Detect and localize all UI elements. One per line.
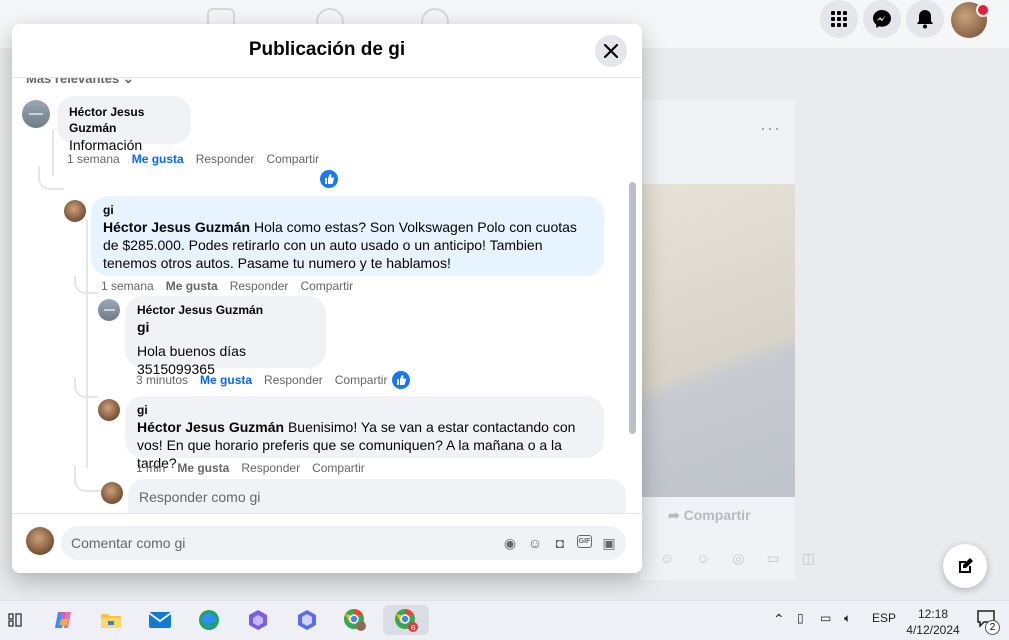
background-share-label: ➦ Compartir (668, 507, 751, 523)
menu-grid-icon[interactable] (820, 0, 858, 38)
avatar (101, 482, 123, 504)
avatar[interactable] (98, 299, 120, 321)
reply-button[interactable]: Responder (230, 279, 289, 293)
taskbar: B ⌃ ▯ ▭ 🔈︎ ESP 12:18 4/12/2024 2 (0, 600, 1009, 640)
share-button[interactable]: Compartir (335, 373, 388, 387)
comment-actions: 1 semana Me gusta Responder Compartir (101, 279, 365, 293)
like-button[interactable]: Me gusta (132, 152, 184, 166)
mail-icon[interactable] (145, 605, 175, 635)
sticker-icon[interactable]: ▣ (601, 535, 617, 551)
share-button[interactable]: Compartir (266, 152, 319, 166)
chrome-profile-icon[interactable] (340, 605, 370, 635)
comment-time[interactable]: 1 min (136, 461, 165, 475)
comment-time[interactable]: 1 semana (67, 152, 120, 166)
thread-line (86, 220, 88, 468)
thread-line (74, 466, 102, 492)
comment-actions: 1 min Me gusta Responder Compartir (136, 461, 377, 475)
compose-icon (959, 558, 973, 573)
language-indicator[interactable]: ESP (872, 611, 896, 625)
mention[interactable]: gi (137, 318, 314, 336)
notification-center-icon[interactable]: 2 (976, 609, 1000, 636)
chrome-active-icon[interactable]: B (383, 605, 429, 635)
thread-line (74, 378, 98, 398)
avatar-sticker-icon[interactable]: ◉ (502, 535, 518, 551)
avatar[interactable] (64, 200, 86, 222)
comment-actions: 3 minutos Me gusta Responder Compartir (136, 373, 399, 387)
dialog-header: Publicación de gi (12, 24, 642, 78)
close-icon (604, 44, 618, 58)
mention[interactable]: Héctor Jesus Guzmán (137, 419, 284, 435)
comment-bubble: gi Héctor Jesus Guzmán Hola como estas? … (91, 196, 604, 276)
svg-text:B: B (411, 625, 416, 632)
battery-network-icon[interactable]: ▭ (820, 611, 831, 625)
comment-time[interactable]: 3 minutos (136, 373, 188, 387)
comment-bubble: Héctor Jesus Guzmán Información (57, 96, 191, 153)
copilot-m365-icon[interactable] (292, 605, 322, 635)
background-post-photo (640, 184, 795, 497)
post-dialog: Publicación de gi Más relevantes ⌄ Hécto… (12, 24, 642, 573)
reply-button[interactable]: Responder (196, 152, 255, 166)
comment-author[interactable]: gi (103, 202, 592, 218)
share-button[interactable]: Compartir (312, 461, 365, 475)
avatar (26, 527, 54, 555)
notification-count-badge: 2 (985, 620, 1000, 635)
avatar[interactable] (22, 100, 50, 128)
like-reaction-icon[interactable] (392, 371, 410, 389)
close-button[interactable] (595, 35, 627, 67)
comment-author[interactable]: Héctor Jesus Guzmán (137, 302, 314, 318)
new-message-button[interactable] (943, 544, 987, 588)
comment-placeholder: Comentar como gi (71, 535, 186, 551)
gif-icon[interactable]: GIF (577, 535, 592, 548)
reply-button[interactable]: Responder (264, 373, 323, 387)
like-button[interactable]: Me gusta (166, 279, 218, 293)
reply-button[interactable]: Responder (241, 461, 300, 475)
clock-time: 12:18 (917, 607, 949, 621)
comment-text: Héctor Jesus Guzmán Hola como estas? Son… (103, 218, 592, 272)
share-button[interactable]: Compartir (300, 279, 353, 293)
edge-icon[interactable] (194, 605, 224, 635)
avatar[interactable] (98, 399, 120, 421)
dialog-title: Publicación de gi (248, 39, 406, 60)
like-button[interactable]: Me gusta (177, 461, 229, 475)
copilot-icon[interactable] (48, 605, 78, 635)
thread-line (38, 166, 64, 190)
more-options-icon: ··· (760, 118, 781, 138)
show-hidden-icons-icon[interactable]: ⌃ (773, 611, 785, 628)
meet-now-icon[interactable]: ▯ (797, 611, 804, 625)
camera-icon[interactable]: ◘ (552, 535, 568, 551)
volume-icon[interactable]: 🔈︎ (844, 611, 851, 626)
comment-composer: Comentar como gi ◉ ☺ ◘ GIF ▣ (12, 513, 642, 573)
like-reaction-icon[interactable] (320, 170, 338, 188)
teams-icon[interactable] (243, 605, 273, 635)
emoji-icon[interactable]: ☺ (527, 535, 543, 551)
comment-bubble: Héctor Jesus Guzmán gi Hola buenos días … (125, 296, 326, 377)
reply-placeholder: Responder como gi (139, 489, 261, 505)
reply-input[interactable]: Responder como gi ◉ ☺ ◘ GIF ▣ ➤ (128, 479, 626, 513)
comment-input[interactable]: Comentar como gi ◉ ☺ ◘ GIF ▣ (61, 526, 626, 560)
clock[interactable]: 12:18 4/12/2024 (903, 606, 963, 638)
comment-tools: ◉ ☺ ◘ GIF ▣ (502, 535, 617, 552)
notifications-bell-icon[interactable] (906, 0, 944, 38)
clock-date: 4/12/2024 (906, 623, 960, 637)
notification-dot (976, 3, 990, 17)
like-button[interactable]: Me gusta (200, 373, 252, 387)
comment-time[interactable]: 1 semana (101, 279, 154, 293)
sort-comments-dropdown[interactable]: Más relevantes ⌄ (26, 78, 134, 87)
comment-author[interactable]: gi (137, 402, 592, 418)
comment-author[interactable]: Héctor Jesus Guzmán (69, 104, 179, 136)
comments-scroll-area[interactable]: Más relevantes ⌄ Héctor Jesus Guzmán Inf… (12, 78, 642, 513)
mention[interactable]: Héctor Jesus Guzmán (103, 219, 250, 235)
thread-line (74, 276, 98, 294)
file-explorer-icon[interactable] (96, 605, 126, 635)
background-comment-tools: ☺ ☺ ◎ ▭ ◫ (660, 550, 824, 566)
scrollbar[interactable] (629, 182, 636, 434)
task-view-icon[interactable] (0, 605, 30, 635)
messenger-icon[interactable] (863, 0, 901, 38)
comment-actions: 1 semana Me gusta Responder Compartir (67, 152, 331, 166)
comment-bubble: gi Héctor Jesus Guzmán Buenisimo! Ya se … (125, 396, 604, 471)
